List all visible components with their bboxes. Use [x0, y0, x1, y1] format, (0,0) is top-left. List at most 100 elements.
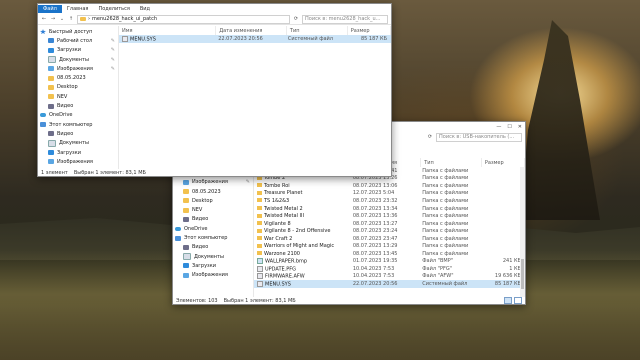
- file-row[interactable]: FIRMWARE.AFW 10.04.2023 7:53 Файл "AFW" 19 …: [254, 273, 525, 281]
- file-row[interactable]: Twisted Metal III 08.07.2023 13:36 Папка с…: [254, 212, 525, 220]
- sidebar-item[interactable]: OneDrive: [173, 224, 253, 233]
- file-row[interactable]: Treasure Planet 12.07.2023 5:04 Папка с фа…: [254, 190, 525, 198]
- file-rows: Tigger's Honey Hunt08.07.2023 13:41Папка…: [254, 167, 525, 288]
- details-view-icon[interactable]: [504, 297, 512, 304]
- file-row[interactable]: Vigilante 8 - 2nd Offensive 08.07.2023 23…: [254, 227, 525, 235]
- folder-icon: [257, 221, 262, 226]
- file-type: Папка с файлами: [422, 205, 469, 212]
- column-header[interactable]: Размер: [348, 26, 391, 35]
- tiles-view-icon[interactable]: [514, 297, 522, 304]
- file-name: TS 1&2&3: [264, 197, 290, 204]
- sidebar-item[interactable]: Загрузки: [38, 148, 118, 157]
- file-row[interactable]: Tombe Roi 08.07.2023 13:06 Папка с файлами: [254, 182, 525, 190]
- up-icon[interactable]: ↑: [68, 16, 74, 22]
- sidebar-item[interactable]: NEV: [38, 92, 118, 101]
- sidebar-item[interactable]: Документы: [38, 139, 118, 148]
- file-name: WALLPAPER.bmp: [265, 258, 308, 265]
- minimize-icon[interactable]: —: [496, 124, 501, 130]
- file-list: Имя Дата изменения Тип Размер MENU.SYS 22.07…: [119, 26, 391, 169]
- sidebar-item[interactable]: Загрузки: [173, 261, 253, 270]
- sidebar-item[interactable]: Изображения: [38, 157, 118, 166]
- file-row[interactable]: WALLPAPER.bmp 01.07.2023 19:35 Файл "BMP" 2…: [254, 258, 525, 266]
- sidebar-item[interactable]: Видео: [173, 243, 253, 252]
- file-row[interactable]: UPDATE.PFG 10.04.2023 7:53 Файл "PFG" 1 КБ: [254, 265, 525, 273]
- file-row[interactable]: TS 1&2&3 08.07.2023 23:32 Папка с файлами: [254, 197, 525, 205]
- file-date: 08.07.2023 23:24: [352, 228, 398, 235]
- sidebar-item[interactable]: NEV: [173, 205, 253, 214]
- scrollbar-thumb[interactable]: [521, 259, 524, 289]
- file-row[interactable]: Twisted Metal 2 08.07.2023 13:34 Папка с ф…: [254, 205, 525, 213]
- chevron-down-icon[interactable]: ⌄: [59, 16, 65, 22]
- search-input[interactable]: Поиск в: menu2628_hack_u...: [302, 14, 388, 24]
- breadcrumb-path[interactable]: menu2628_hack_ui_patch: [92, 16, 157, 22]
- file-type: Папка с файлами: [422, 190, 469, 197]
- file-row[interactable]: Vigilante 8 08.07.2023 13:27 Папка с файла…: [254, 220, 525, 228]
- sidebar-item[interactable]: Этот компьютер: [38, 120, 118, 129]
- file-date: 22.07.2023 20:56: [218, 35, 263, 42]
- column-headers: ИмяДата измененияТипРазмер: [119, 26, 391, 35]
- sidebar-item[interactable]: Документы: [173, 252, 253, 261]
- video-icon: [183, 216, 189, 222]
- view-switcher: [504, 297, 522, 304]
- sidebar-item[interactable]: Desktop: [38, 83, 118, 92]
- star-icon: [40, 29, 46, 35]
- documents-icon: [48, 56, 56, 64]
- file-name-cell: Vigilante 8: [254, 221, 350, 227]
- sidebar-item[interactable]: 08.05.2023: [38, 73, 118, 82]
- column-header[interactable]: Размер: [482, 158, 525, 167]
- status-selection: Выбран 1 элемент: 83,1 МБ: [223, 297, 296, 304]
- ribbon-tab[interactable]: Вид: [135, 5, 155, 13]
- sidebar-item-label: Изображения: [192, 179, 228, 186]
- sidebar-item[interactable]: Этот компьютер: [173, 233, 253, 242]
- file-row[interactable]: Warriors of Might and Magic 08.07.2023 13…: [254, 242, 525, 250]
- sidebar-item[interactable]: Документы ✎: [38, 55, 118, 64]
- sidebar-item[interactable]: Рабочий стол ✎: [38, 36, 118, 45]
- address-bar[interactable]: › menu2628_hack_ui_patch: [77, 14, 290, 24]
- file-name-cell: Vigilante 8 - 2nd Offensive: [254, 228, 350, 234]
- sidebar-item[interactable]: Видео: [173, 215, 253, 224]
- file-name-cell: Warzone 2100: [254, 251, 350, 257]
- file-row[interactable]: MENU.SYS 22.07.2023 20:56 Системный файл 85…: [254, 280, 525, 288]
- sidebar-item-label: Desktop: [192, 197, 213, 204]
- sidebar-item[interactable]: Изображения: [173, 271, 253, 280]
- sidebar-item[interactable]: Видео: [38, 101, 118, 110]
- sidebar-item[interactable]: OneDrive: [38, 111, 118, 120]
- scrollbar[interactable]: [520, 167, 525, 297]
- file-row[interactable]: War Craft 2 08.07.2023 23:47 Папка с файла…: [254, 235, 525, 243]
- file-row[interactable]: MENU.SYS 22.07.2023 20:56 Системный файл 85…: [119, 35, 391, 43]
- ribbon-tab[interactable]: Главная: [62, 5, 94, 13]
- sidebar-item[interactable]: Видео: [38, 129, 118, 138]
- sidebar-item[interactable]: Изображения ✎: [38, 64, 118, 73]
- column-header[interactable]: Дата изменения: [216, 26, 287, 35]
- pin-icon: ✎: [110, 37, 115, 44]
- folder-icon: [257, 183, 262, 188]
- pictures-icon: [48, 159, 54, 165]
- file-name-cell: MENU.SYS: [254, 280, 350, 287]
- file-type: Папка с файлами: [422, 182, 469, 189]
- file-date: 01.07.2023 19:35: [352, 258, 398, 265]
- ribbon-tab[interactable]: Файл: [38, 5, 62, 13]
- search-input[interactable]: Поиск в: USB-накопитель (...: [436, 132, 522, 142]
- column-header[interactable]: Тип: [287, 26, 348, 35]
- back-icon[interactable]: ←: [41, 16, 47, 22]
- sidebar-item[interactable]: Быстрый доступ: [38, 27, 118, 36]
- file-date: 08.07.2023 13:29: [352, 243, 398, 250]
- file-row[interactable]: Warzone 2100 08.07.2023 13:45 Папка с файл…: [254, 250, 525, 258]
- close-icon[interactable]: ✕: [518, 124, 522, 130]
- video-icon: [48, 103, 54, 109]
- forward-icon[interactable]: →: [50, 16, 56, 22]
- refresh-icon[interactable]: ⟳: [293, 16, 299, 22]
- folder-icon: [257, 251, 262, 256]
- sidebar-item[interactable]: Изображения ✎: [173, 178, 253, 187]
- file-name-cell: MENU.SYS: [119, 35, 215, 42]
- sidebar-item-label: Документы: [194, 253, 224, 260]
- folder-icon: [257, 190, 262, 195]
- ribbon-tab[interactable]: Поделиться: [93, 5, 134, 13]
- sidebar-item[interactable]: Desktop: [173, 196, 253, 205]
- column-header[interactable]: Имя: [119, 26, 217, 35]
- refresh-icon[interactable]: ⟳: [427, 134, 433, 140]
- maximize-icon[interactable]: ☐: [507, 124, 511, 130]
- sidebar-item[interactable]: Загрузки ✎: [38, 46, 118, 55]
- column-header[interactable]: Тип: [421, 158, 482, 167]
- sidebar-item[interactable]: 08.05.2023: [173, 187, 253, 196]
